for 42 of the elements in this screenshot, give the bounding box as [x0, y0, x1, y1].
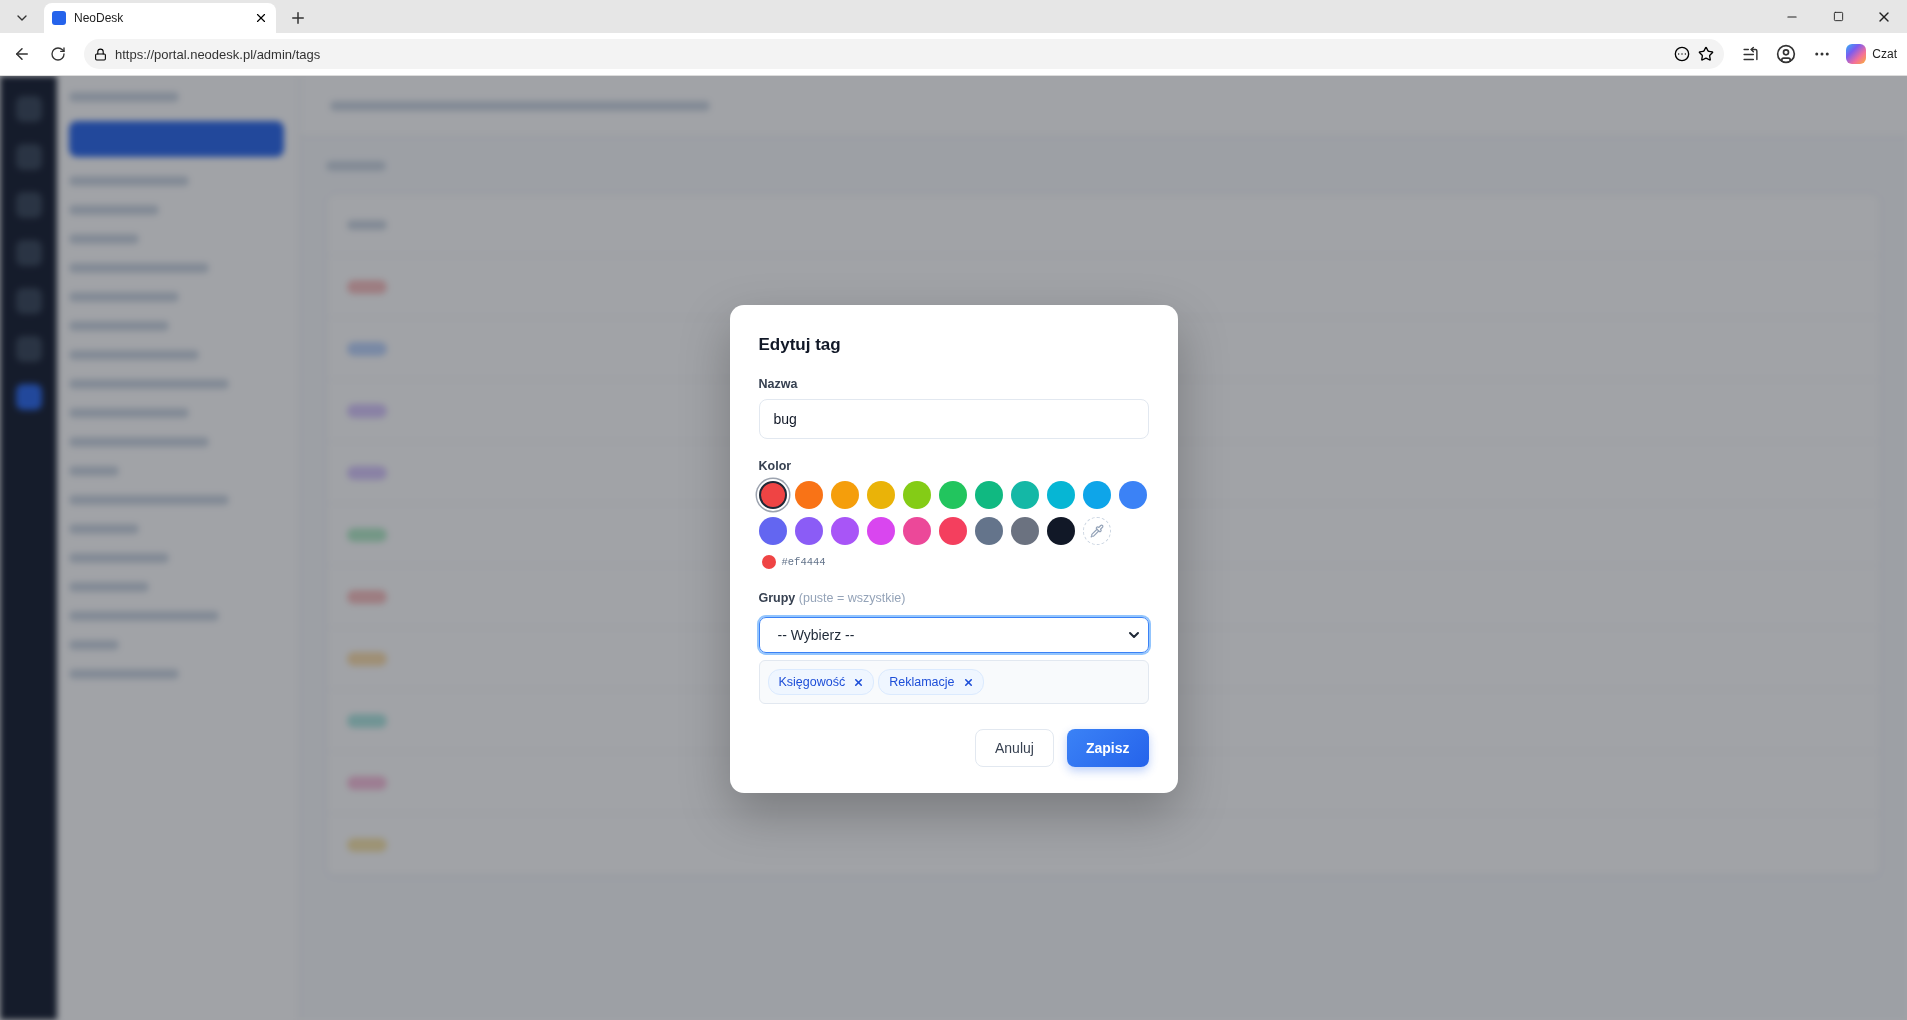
- color-label: Kolor: [758, 459, 793, 473]
- name-input[interactable]: bug: [758, 399, 1149, 439]
- color-swatch[interactable]: [938, 481, 967, 509]
- color-swatch[interactable]: [758, 517, 787, 545]
- favicon-icon: [52, 11, 66, 25]
- remove-icon[interactable]: [962, 676, 974, 688]
- color-swatch[interactable]: [1082, 481, 1111, 509]
- more-icon[interactable]: [1674, 46, 1691, 62]
- color-swatch[interactable]: [1010, 481, 1039, 509]
- color-swatch[interactable]: [1010, 517, 1039, 545]
- group-chip[interactable]: Reklamacje: [878, 669, 984, 695]
- color-swatch[interactable]: [974, 481, 1003, 509]
- close-icon[interactable]: [254, 11, 268, 25]
- color-swatch[interactable]: [902, 481, 931, 509]
- remove-icon[interactable]: [853, 676, 865, 688]
- lock-icon: [94, 47, 107, 61]
- color-swatch[interactable]: [830, 517, 859, 545]
- color-swatch[interactable]: [1046, 481, 1075, 509]
- color-swatch[interactable]: [938, 517, 967, 545]
- color-swatch[interactable]: [758, 481, 787, 509]
- star-icon[interactable]: [1698, 46, 1715, 62]
- color-swatch[interactable]: [902, 517, 931, 545]
- name-label: Nazwa: [758, 377, 799, 391]
- color-swatch[interactable]: [974, 517, 1003, 545]
- group-chip[interactable]: Księgowość: [767, 669, 875, 695]
- address-bar[interactable]: https://portal.neodesk.pl/admin/tags: [84, 39, 1725, 69]
- color-swatch[interactable]: [1046, 517, 1075, 545]
- color-swatch[interactable]: [866, 517, 895, 545]
- current-color-dot: [761, 555, 776, 569]
- save-button[interactable]: Zapisz: [1066, 729, 1149, 767]
- copilot-button[interactable]: Czat: [1842, 44, 1901, 64]
- groups-select[interactable]: -- Wybierz --: [758, 617, 1149, 653]
- color-swatch[interactable]: [1118, 481, 1147, 509]
- color-swatch[interactable]: [866, 481, 895, 509]
- color-swatch[interactable]: [794, 481, 823, 509]
- dialog-title: Edytuj tag: [758, 335, 842, 355]
- cancel-button[interactable]: Anuluj: [975, 729, 1054, 767]
- color-swatch[interactable]: [830, 481, 859, 509]
- hex-value: #ef4444: [781, 556, 826, 568]
- browser-tab[interactable]: NeoDesk: [44, 3, 276, 33]
- color-swatch[interactable]: [794, 517, 823, 545]
- groups-label: Grupy (puste = wszystkie): [758, 591, 907, 605]
